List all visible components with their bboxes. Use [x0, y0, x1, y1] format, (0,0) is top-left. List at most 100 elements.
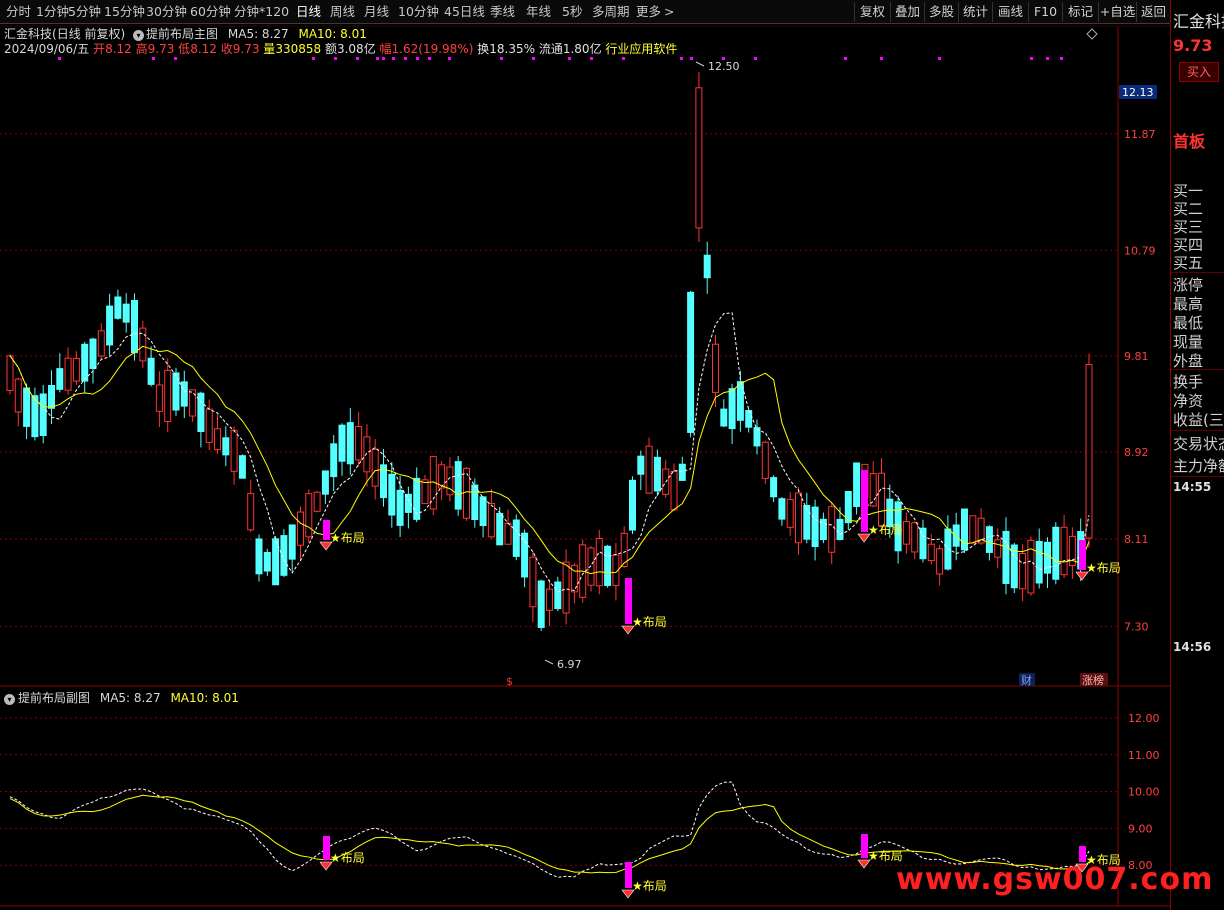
stat-turnover: 换手 — [1173, 373, 1204, 391]
candle-body — [712, 343, 719, 393]
event-dot — [58, 57, 61, 60]
candle-body — [604, 545, 612, 586]
candle-body — [786, 498, 794, 528]
candle-body — [512, 519, 520, 557]
event-dot — [174, 57, 177, 60]
candle-body — [363, 436, 371, 473]
signal-bar — [861, 470, 868, 532]
sub-indicator-name[interactable]: 提前布局副图 — [18, 691, 90, 705]
tick-time-2: 14:56 — [1173, 640, 1212, 654]
event-dot — [568, 57, 571, 60]
candle-body — [695, 87, 703, 229]
sub-indicator-dropdown-icon[interactable]: ▾ — [4, 694, 15, 705]
candle-body — [388, 473, 396, 516]
board-tag: 首板 — [1173, 132, 1206, 151]
buy-button-label: 买入 — [1186, 65, 1211, 79]
candle-body — [81, 343, 89, 382]
stat-net-asset: 净资 — [1173, 392, 1204, 410]
event-dot — [334, 57, 337, 60]
high-marker-text: 12.50 — [708, 60, 740, 73]
current-price-tag: 12.13 — [1122, 86, 1154, 99]
price-axis-label: 7.30 — [1124, 620, 1149, 633]
signal-label: ★布局 — [330, 851, 365, 865]
candle-body — [994, 539, 1002, 558]
candle-body — [305, 493, 313, 538]
candle-body — [1035, 540, 1043, 584]
candle-body — [554, 581, 562, 610]
candle-body — [39, 393, 47, 437]
finance-marker[interactable]: 财 — [1021, 673, 1032, 687]
candle-body — [23, 387, 31, 427]
candle-body — [487, 502, 495, 538]
candle-body — [346, 422, 354, 465]
candle-body — [97, 330, 105, 357]
candle-body — [828, 506, 836, 553]
event-dot — [690, 57, 693, 60]
side-divider-4 — [1171, 476, 1224, 477]
sub-axis-label: 12.00 — [1128, 712, 1160, 725]
candle-body — [421, 479, 429, 505]
signal-label: ★布局 — [632, 879, 667, 893]
candle-body — [463, 467, 470, 519]
candle-body — [338, 424, 346, 462]
candle-body — [745, 410, 753, 428]
candle-body — [288, 524, 296, 560]
candle-body — [761, 441, 769, 479]
signal-bar — [861, 834, 868, 858]
candle-body — [720, 408, 728, 427]
event-dot — [1030, 57, 1033, 60]
candle-body — [454, 461, 462, 510]
candle-body — [936, 548, 944, 575]
signal-label: ★布局 — [632, 615, 667, 629]
candle-body — [164, 369, 172, 423]
candle-body — [180, 381, 188, 407]
section-trade-status[interactable]: 交易状态 — [1173, 433, 1224, 454]
section-main-net[interactable]: 主力净额 — [1173, 455, 1224, 476]
buy-button[interactable]: 买入 — [1179, 62, 1219, 82]
stat-earnings: 收益(三) — [1173, 411, 1224, 429]
low-marker-arrow — [544, 659, 554, 665]
event-dot — [356, 57, 359, 60]
event-dot — [312, 57, 315, 60]
event-marker-dollar[interactable]: $ — [506, 675, 513, 688]
candle-body — [853, 462, 861, 507]
stat-current-volume: 现量 — [1173, 333, 1204, 351]
signal-bar — [625, 862, 632, 888]
sub-chart-header: ▾ 提前布局副图 MA5: 8.27 MA10: 8.01 — [4, 689, 239, 706]
signal-bar — [625, 578, 632, 624]
candle-body — [1002, 530, 1010, 584]
candle-body — [869, 473, 877, 507]
candle-body — [1052, 526, 1060, 580]
event-dot — [152, 57, 155, 60]
candle-body — [313, 491, 321, 512]
candle-body — [205, 408, 213, 443]
candle-body — [238, 455, 246, 479]
candle-body — [189, 389, 197, 417]
side-divider-2 — [1171, 369, 1224, 370]
candle-body — [155, 384, 163, 412]
event-dot — [938, 57, 941, 60]
event-dot — [376, 57, 379, 60]
signal-bar — [1079, 540, 1086, 570]
candle-body — [371, 448, 379, 487]
diamond-icon[interactable] — [1086, 28, 1098, 40]
candle-body — [114, 296, 122, 319]
event-dot — [382, 57, 385, 60]
kline-chart[interactable]: ★布局★布局★布局★布局 ★布局★布局★布局 ★布局 11.8710.799.81… — [0, 0, 1170, 910]
limit-list-marker[interactable]: 涨榜 — [1082, 673, 1104, 687]
event-dot — [880, 57, 883, 60]
low-marker-text: 6.97 — [557, 658, 582, 671]
price-axis-label: 11.87 — [1124, 128, 1156, 141]
event-dot — [392, 57, 395, 60]
candle-body — [969, 515, 977, 544]
event-dot — [416, 57, 419, 60]
candle-body — [247, 492, 255, 531]
quote-side-panel: 汇金科技 9.73 买入 首板 买一 买二 买三 买四 买五 涨停 最高 最低 … — [1170, 0, 1224, 910]
candle-body — [927, 543, 935, 562]
candle-body — [14, 378, 22, 413]
candle-body — [629, 479, 636, 531]
high-marker-arrow — [695, 61, 705, 67]
candle-body — [106, 305, 114, 346]
event-dot — [680, 57, 683, 60]
ma5-line — [9, 312, 1090, 593]
